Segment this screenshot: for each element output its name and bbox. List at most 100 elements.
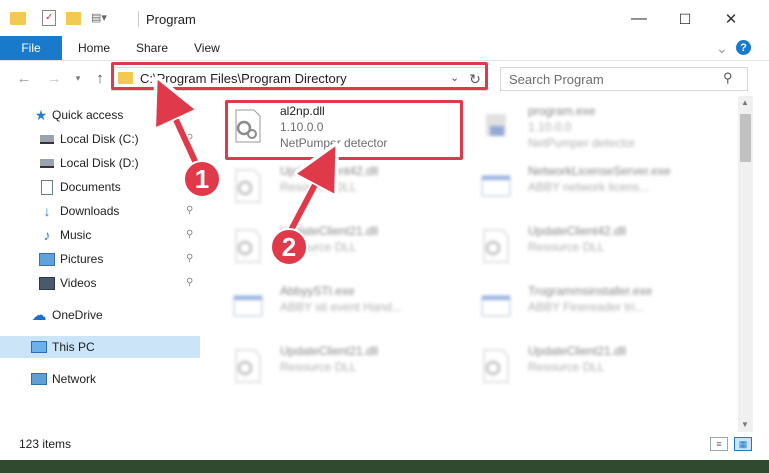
sidebar-item-music[interactable]: ♪ Music ⚲	[0, 224, 200, 246]
up-arrow-icon[interactable]: ↑	[90, 68, 110, 88]
vertical-scrollbar[interactable]: ▲ ▼	[738, 96, 753, 434]
window-app-icon	[230, 288, 266, 324]
expand-ribbon-icon[interactable]: ⌄	[716, 36, 728, 60]
file-version: 1.10.0.0	[528, 120, 572, 134]
file-highlight	[225, 100, 463, 160]
sidebar-item-quick-access[interactable]: ★ Quick access	[0, 104, 200, 126]
sidebar-item-local-disk-d[interactable]: Local Disk (D:)	[0, 152, 200, 174]
music-icon: ♪	[43, 227, 51, 243]
help-icon-glyph: ?	[740, 41, 747, 54]
dll-gear-icon	[230, 168, 266, 204]
sidebar-item-label: Quick access	[52, 108, 124, 122]
file-tile-trogrammsinstaller-exe[interactable]: Trogrammsinstaller.exe ABBY Finereader t…	[470, 280, 705, 330]
sidebar-item-local-disk-c[interactable]: Local Disk (C:) ⚲	[0, 128, 200, 150]
file-description: Resource DLL	[528, 240, 605, 254]
star-icon: ★	[34, 106, 48, 123]
tab-file[interactable]: File	[0, 36, 62, 60]
sidebar-item-label: Music	[60, 228, 92, 242]
cloud-icon: ☁	[31, 307, 47, 324]
window-app-icon	[478, 168, 514, 204]
sidebar-item-label: Network	[52, 372, 97, 386]
step-1-badge: 1	[183, 160, 221, 198]
sidebar-item-label: Documents	[60, 180, 121, 194]
pin-icon[interactable]: ⚲	[186, 253, 196, 265]
sidebar-item-documents[interactable]: Documents ⚲	[0, 176, 200, 198]
ribbon: File Home Share View ⌄ ?	[0, 36, 769, 61]
customize-toolbar-icon[interactable]: ▤▾	[91, 11, 117, 25]
file-tile-updateclient42-dll[interactable]: UpdateClient42.dll Resource DLL	[222, 160, 457, 210]
drive-icon	[39, 155, 55, 171]
details-view-icon[interactable]: ≡	[710, 437, 728, 451]
file-tile-updateclient21-dll[interactable]: UpdateClient21.dll Resource DLL	[222, 220, 457, 270]
file-name: UpdateClient42.dll	[528, 224, 627, 238]
dll-gear-icon	[478, 348, 514, 384]
file-description: ABBY network licens...	[528, 180, 650, 194]
file-name: Trogrammsinstaller.exe	[528, 284, 653, 298]
file-tile-updateclient42-dll-2[interactable]: UpdateClient42.dll Resource DLL	[470, 220, 705, 270]
installer-icon	[478, 108, 514, 144]
file-tile-updateclient21-dll-3[interactable]: UpdateClient21.dll Resource DLL	[470, 340, 705, 390]
tab-view[interactable]: View	[194, 36, 220, 60]
dll-gear-icon	[230, 228, 266, 264]
file-description: Resource DLL	[528, 360, 605, 374]
file-description: ABBY sti event Hand...	[280, 300, 402, 314]
file-description: Resource DLL	[280, 180, 357, 194]
dll-gear-icon	[230, 348, 266, 384]
file-name: AbbyySTI.exe	[280, 284, 355, 298]
maximize-button[interactable]: ☐	[662, 0, 708, 38]
status-bar: 123 items ≡ ▦	[0, 432, 769, 454]
computer-icon	[31, 339, 47, 355]
file-name: UpdateClient21.dll	[280, 344, 379, 358]
item-count: 123 items	[19, 437, 72, 451]
drive-icon	[39, 131, 55, 147]
tab-share[interactable]: Share	[136, 36, 168, 60]
scroll-thumb[interactable]	[740, 114, 751, 162]
pin-icon[interactable]: ⚲	[186, 229, 196, 241]
sidebar-item-label: Pictures	[60, 252, 104, 266]
pin-icon[interactable]: ⚲	[186, 277, 196, 289]
recent-locations-icon[interactable]: ▾	[68, 68, 88, 88]
quick-access-toolbar: ✓ ▤▾	[10, 9, 117, 27]
minimize-button[interactable]: —	[616, 0, 662, 38]
file-tile-networklicenseserver-exe[interactable]: NetworkLicenseServer.exe ABBY network li…	[470, 160, 705, 210]
new-folder-icon[interactable]	[66, 11, 81, 25]
search-icon[interactable]: ⚲	[723, 70, 733, 86]
sidebar-item-label: Downloads	[60, 204, 120, 218]
folder-icon[interactable]	[10, 11, 26, 25]
file-description: Resource DLL	[280, 360, 357, 374]
file-tile-program-exe[interactable]: program.exe 1.10.0.0 NetPumper detector	[470, 100, 705, 150]
navigation-pane: ★ Quick access Local Disk (C:) ⚲ Local D…	[0, 96, 203, 431]
sidebar-item-label: OneDrive	[52, 308, 103, 322]
pictures-icon	[39, 251, 55, 267]
sidebar-item-videos[interactable]: Videos ⚲	[0, 272, 200, 294]
tab-home[interactable]: Home	[78, 36, 110, 60]
file-tile-updateclient21-dll-2[interactable]: UpdateClient21.dll Resource DLL	[222, 340, 457, 390]
scroll-up-icon[interactable]: ▲	[741, 98, 749, 107]
file-name: program.exe	[528, 104, 596, 118]
sidebar-item-pictures[interactable]: Pictures ⚲	[0, 248, 200, 270]
sidebar-item-label: Local Disk (D:)	[60, 156, 139, 170]
sidebar-item-network[interactable]: Network	[0, 368, 200, 390]
file-tile-abbyysti-exe[interactable]: AbbyySTI.exe ABBY sti event Hand...	[222, 280, 457, 330]
help-icon[interactable]: ?	[736, 40, 751, 55]
pin-icon[interactable]: ⚲	[186, 205, 196, 217]
large-icons-view-icon[interactable]: ▦	[734, 437, 752, 451]
forward-arrow-icon[interactable]: →	[44, 68, 64, 88]
sidebar-item-onedrive[interactable]: ☁ OneDrive	[0, 304, 200, 326]
step-2-badge: 2	[270, 228, 308, 266]
close-button[interactable]: ✕	[708, 0, 754, 38]
file-description: NetPumper detector	[528, 136, 636, 150]
search-input[interactable]: Search Program ⚲	[500, 67, 748, 91]
document-icon	[39, 179, 55, 195]
videos-icon	[39, 275, 55, 291]
back-arrow-icon[interactable]: ←	[14, 68, 34, 88]
scroll-down-icon[interactable]: ▼	[741, 420, 749, 429]
sidebar-item-this-pc[interactable]: This PC	[0, 336, 200, 358]
window-app-icon	[478, 288, 514, 324]
file-description: ABBY Finereader tri...	[528, 300, 645, 314]
download-icon: ↓	[43, 203, 51, 219]
file-name: UpdateClient42.dll	[280, 164, 379, 178]
pin-icon[interactable]: ⚲	[186, 133, 196, 145]
properties-icon[interactable]: ✓	[42, 10, 56, 26]
sidebar-item-downloads[interactable]: ↓ Downloads ⚲	[0, 200, 200, 222]
